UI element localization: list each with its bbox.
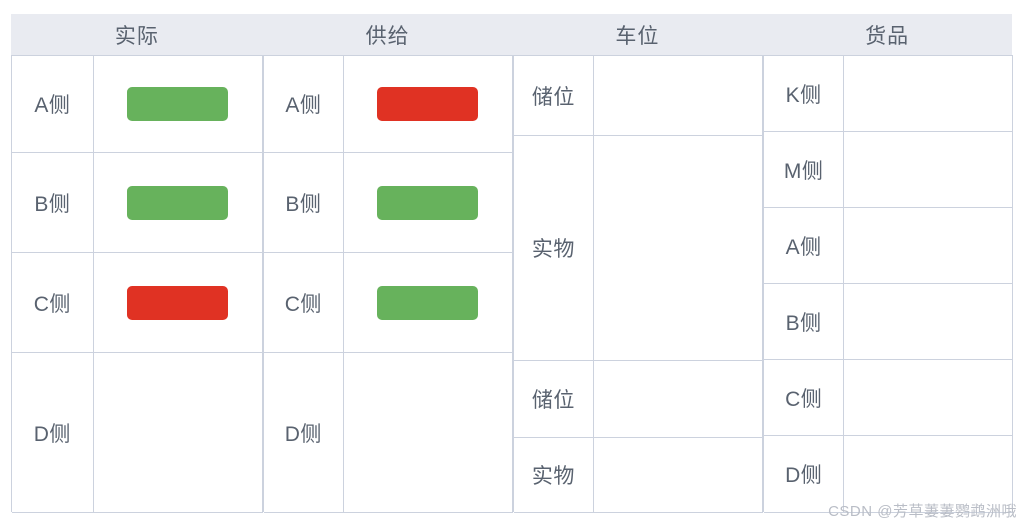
row-status-cell[interactable] [593, 438, 763, 512]
table-row[interactable]: M侧 [764, 132, 1012, 208]
row-label-cell: 储位 [514, 361, 594, 437]
table-row[interactable]: D侧 [12, 353, 263, 513]
table-row[interactable]: B侧 [764, 284, 1012, 360]
table-header-row: 实际 供给 车位 货品 [11, 14, 1012, 55]
row-label-cell: 实物 [514, 438, 594, 512]
row-status-cell[interactable] [844, 284, 1012, 359]
row-status-cell[interactable] [93, 253, 263, 352]
row-label-cell: B侧 [764, 284, 845, 359]
table-row[interactable]: B侧 [264, 153, 513, 253]
row-label-cell: B侧 [264, 153, 344, 252]
status-bar-ok [127, 185, 229, 220]
row-label-cell: A侧 [264, 56, 344, 152]
table-row[interactable]: C侧 [12, 253, 263, 353]
status-bar-ok [377, 185, 479, 220]
row-status-cell[interactable] [844, 208, 1012, 283]
row-status-cell[interactable] [93, 56, 263, 152]
table-row[interactable]: K侧 [764, 56, 1012, 132]
row-label-cell: A侧 [764, 208, 845, 283]
row-label-cell: C侧 [264, 253, 344, 352]
status-bar-ok [377, 285, 479, 320]
csdn-watermark: CSDN @芳草萋萋鹦鹉洲哦 [828, 503, 1017, 520]
table-row[interactable]: 储位 [514, 56, 763, 136]
table-row[interactable]: A侧 [764, 208, 1012, 284]
row-label-cell: 实物 [514, 136, 594, 360]
row-status-cell[interactable] [844, 56, 1012, 131]
status-bar-ok [127, 87, 229, 121]
table-row[interactable]: A侧 [12, 56, 263, 153]
row-status-cell[interactable] [593, 361, 763, 437]
row-status-cell[interactable] [844, 360, 1012, 435]
column-group-header-4: 货品 [865, 24, 910, 48]
status-bar-alert [377, 87, 479, 121]
row-label-cell: C侧 [764, 360, 845, 435]
table-row[interactable]: C侧 [264, 253, 513, 353]
row-label-cell: D侧 [264, 353, 344, 512]
table-row[interactable]: 实物 [514, 438, 763, 513]
status-bar-alert [127, 285, 229, 320]
table-row[interactable]: 储位 [514, 361, 763, 438]
column-group-header-2: 供给 [365, 24, 410, 48]
row-status-cell[interactable] [844, 132, 1012, 207]
column-group-header-1: 实际 [114, 24, 159, 48]
row-status-cell[interactable] [593, 136, 763, 360]
table-row[interactable]: A侧 [264, 56, 513, 153]
row-label-cell: C侧 [12, 253, 94, 352]
row-status-cell[interactable] [593, 56, 763, 135]
row-status-cell[interactable] [343, 56, 513, 152]
table-row[interactable]: D侧 [264, 353, 513, 513]
row-status-cell[interactable] [343, 153, 513, 252]
column-group-4: K侧 M侧 A侧 B侧 C侧 D侧 [763, 55, 1013, 513]
row-status-cell[interactable] [93, 153, 263, 252]
table-row[interactable]: C侧 [764, 360, 1012, 436]
row-label-cell: D侧 [12, 353, 94, 512]
table-row[interactable]: 实物 [514, 136, 763, 361]
row-label-cell: M侧 [764, 132, 845, 207]
column-group-2: A侧 B侧 C侧 D侧 [263, 55, 513, 513]
row-label-cell: K侧 [764, 56, 845, 131]
row-label-cell: 储位 [514, 56, 594, 135]
row-label-cell: A侧 [12, 56, 94, 152]
status-board: 实际 供给 车位 货品 A侧 B侧 C侧 D侧 A侧 B侧 C侧 D侧 储位 实物 储位 实物 K侧 M侧 A侧 B… [11, 14, 1013, 513]
column-group-1: A侧 B侧 C侧 D侧 [11, 55, 263, 513]
table-row[interactable]: B侧 [12, 153, 263, 253]
row-status-cell[interactable] [93, 353, 263, 512]
row-label-cell: B侧 [12, 153, 94, 252]
column-group-header-3: 车位 [615, 24, 660, 48]
column-group-3: 储位 实物 储位 实物 [513, 55, 763, 513]
row-status-cell[interactable] [343, 353, 513, 512]
row-status-cell[interactable] [343, 253, 513, 352]
